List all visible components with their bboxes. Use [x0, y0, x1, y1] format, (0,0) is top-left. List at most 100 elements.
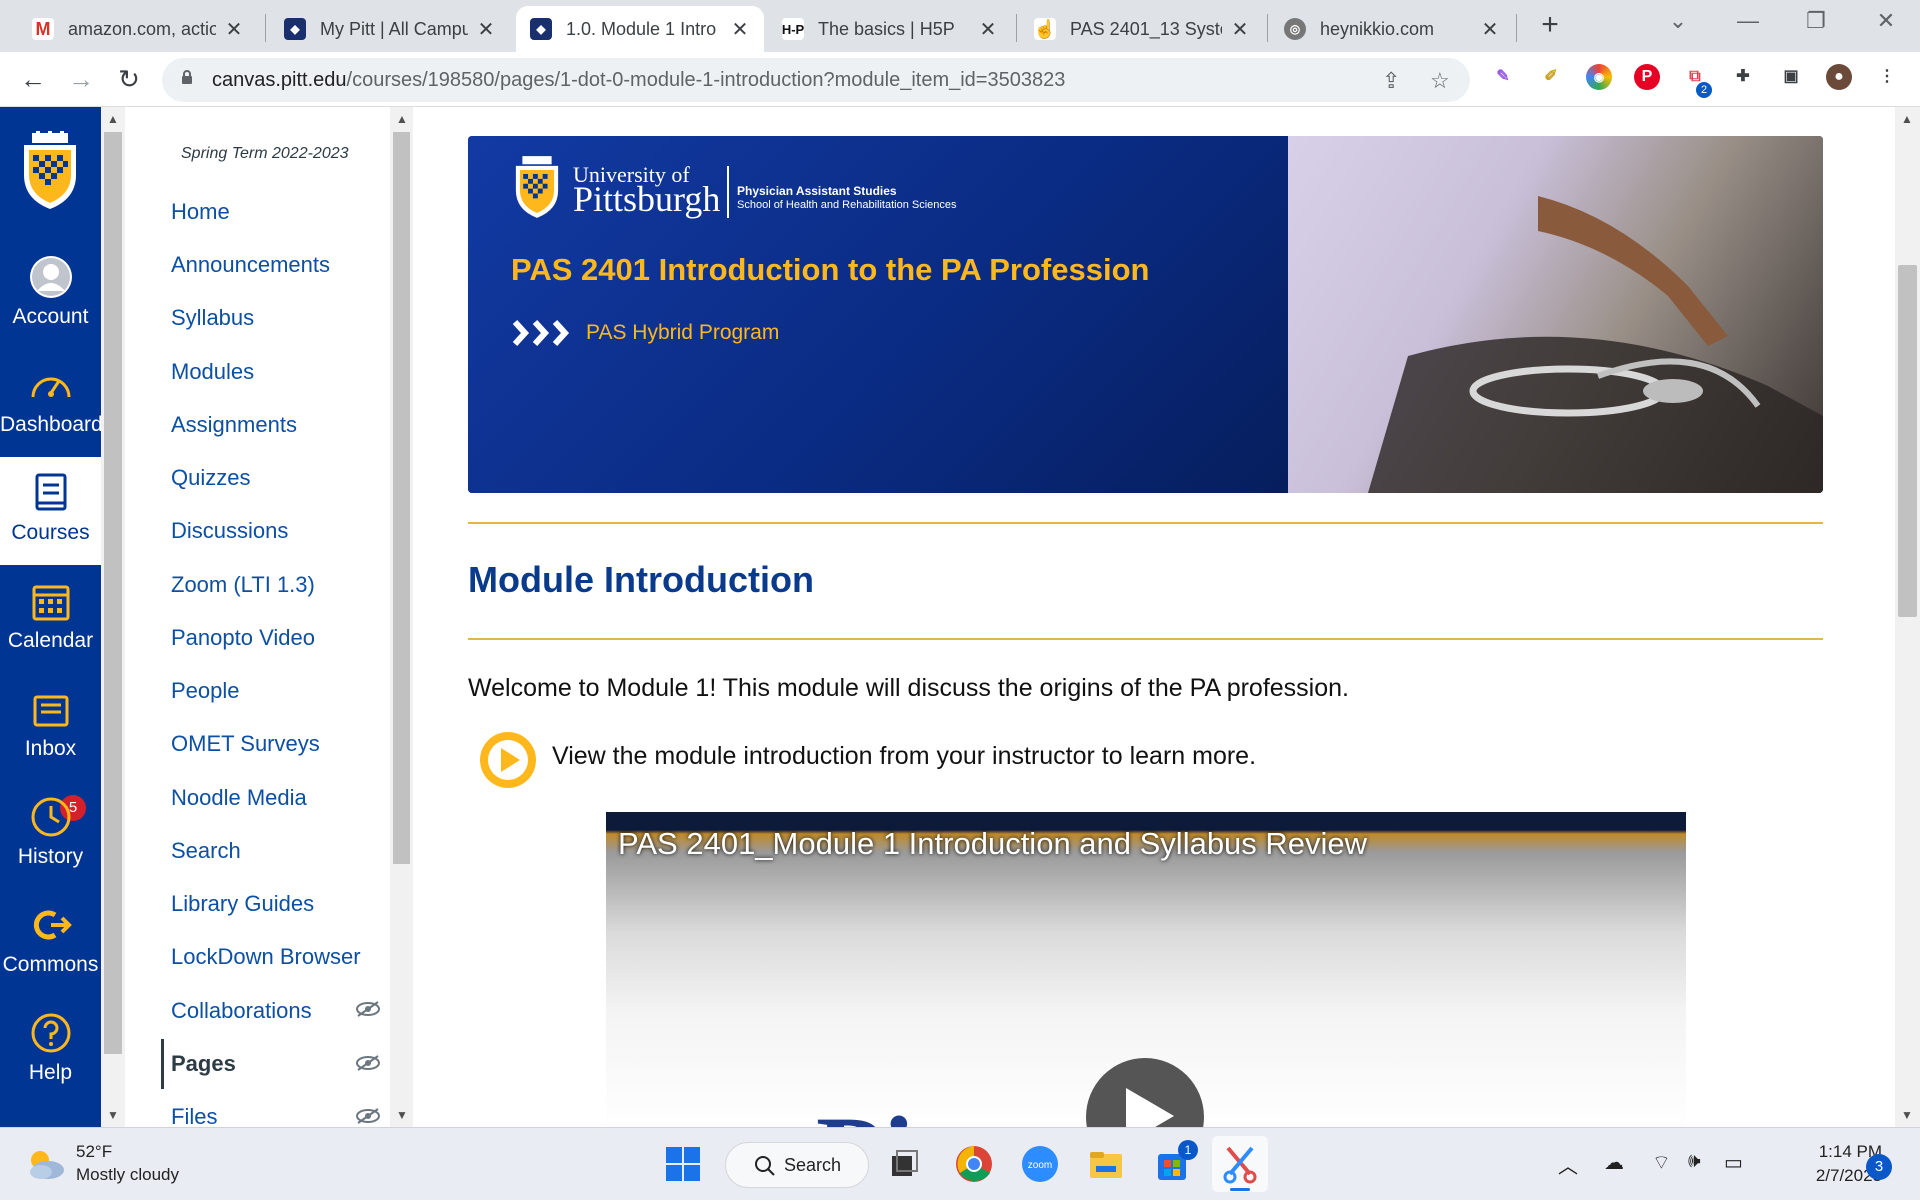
scroll-up-arrow[interactable]: ▲ [107, 112, 119, 126]
course-nav-search[interactable]: Search [171, 838, 241, 864]
pen-extension-icon[interactable]: ✎ [1490, 64, 1516, 90]
tab-module-intro[interactable]: ◆ 1.0. Module 1 Intro ✕ [516, 6, 764, 52]
battery-icon[interactable]: ▭ [1724, 1150, 1743, 1175]
hidden-eye-icon [356, 1001, 380, 1017]
account-icon [29, 256, 72, 298]
course-nav-assignments[interactable]: Assignments [171, 412, 297, 438]
course-nav-quizzes[interactable]: Quizzes [171, 465, 250, 491]
new-tab-button[interactable]: + [1534, 10, 1566, 42]
chrome-icon[interactable] [954, 1144, 994, 1184]
scroll-down-arrow[interactable]: ▼ [107, 1108, 119, 1122]
global-nav-account[interactable]: Account [0, 241, 101, 349]
tab-heynikkio[interactable]: ◎ heynikkio.com ✕ [1270, 6, 1514, 52]
close-tab-icon[interactable]: ✕ [978, 17, 998, 42]
file-explorer-icon[interactable] [1086, 1144, 1126, 1184]
inbox-icon [33, 695, 68, 727]
windows-start-icon[interactable] [663, 1144, 703, 1184]
scroll-up-arrow[interactable]: ▲ [396, 112, 408, 126]
global-nav-dashboard[interactable]: Dashboard [0, 349, 103, 457]
scroll-down-arrow[interactable]: ▼ [1901, 1108, 1913, 1122]
extension-badge: 2 [1696, 82, 1712, 98]
global-navigation: Account Dashboard Courses Calendar Inbox… [0, 107, 103, 1127]
course-nav-home[interactable]: Home [171, 199, 230, 225]
page-scrollbar[interactable] [1895, 107, 1920, 1127]
snipping-tool-tile[interactable] [1212, 1136, 1268, 1192]
video-title[interactable]: PAS 2401_Module 1 Introduction and Sylla… [618, 826, 1367, 862]
close-tab-icon[interactable]: ✕ [224, 17, 244, 42]
course-nav-pages[interactable]: Pages [161, 1039, 236, 1089]
course-nav-syllabus[interactable]: Syllabus [171, 305, 254, 331]
course-nav-lockdown-browser[interactable]: LockDown Browser [171, 944, 361, 970]
course-nav-modules[interactable]: Modules [171, 359, 254, 385]
play-circle-icon [480, 732, 536, 788]
global-nav-commons[interactable]: Commons [0, 889, 101, 997]
reload-button[interactable]: ↻ [112, 62, 146, 96]
term-label: Spring Term 2022-2023 [181, 145, 349, 162]
extensions-puzzle-icon[interactable]: ✚ [1730, 64, 1756, 90]
weather-description[interactable]: Mostly cloudy [76, 1165, 179, 1185]
close-window-button[interactable]: ✕ [1866, 8, 1906, 34]
global-nav-calendar[interactable]: Calendar [0, 565, 101, 673]
course-nav-people[interactable]: People [171, 678, 240, 704]
profile-avatar[interactable]: ● [1826, 64, 1852, 90]
global-nav-courses[interactable]: Courses [0, 457, 101, 565]
close-tab-icon[interactable]: ✕ [1230, 17, 1250, 42]
scroll-down-arrow[interactable]: ▼ [396, 1108, 408, 1122]
browser-menu-icon[interactable]: ⋮ [1874, 64, 1900, 90]
video-play-button[interactable] [1086, 1058, 1204, 1127]
course-nav-scroll-thumb[interactable] [393, 132, 410, 864]
weather-cloudy-icon[interactable] [26, 1146, 66, 1182]
global-nav-inbox[interactable]: Inbox 5 [0, 673, 101, 821]
course-nav-files[interactable]: Files [171, 1104, 217, 1127]
course-nav-zoom[interactable]: Zoom (LTI 1.3) [171, 572, 315, 598]
url-input[interactable]: canvas.pitt.edu/courses/198580/pages/1-d… [162, 58, 1470, 102]
stethoscope-laptop-image [1288, 136, 1823, 493]
zoom-icon[interactable]: zoom [1020, 1144, 1060, 1184]
page-scroll-thumb[interactable] [1898, 265, 1917, 617]
commons-icon [33, 910, 72, 940]
close-tab-icon[interactable]: ✕ [730, 17, 750, 42]
course-nav-discussions[interactable]: Discussions [171, 518, 288, 544]
history-icon [31, 797, 70, 837]
tab-my-pitt[interactable]: ◆ My Pitt | All Campu ✕ [270, 6, 510, 52]
video-player[interactable]: PAS 2401_Module 1 Introduction and Sylla… [606, 812, 1686, 1127]
global-nav-scroll-thumb[interactable] [104, 132, 122, 1054]
department-name: Physician Assistant Studies [737, 184, 897, 198]
taskbar-time[interactable]: 1:14 PM [1782, 1142, 1882, 1162]
volume-icon[interactable]: 🕪 [1688, 1150, 1701, 1173]
paint-extension-icon[interactable]: ✐ [1538, 64, 1564, 90]
global-nav-help[interactable]: Help [0, 997, 101, 1105]
course-nav-panopto[interactable]: Panopto Video [171, 625, 315, 651]
minimize-button[interactable]: — [1728, 8, 1768, 34]
pitt-logo[interactable] [18, 131, 82, 211]
help-icon [31, 1013, 70, 1053]
side-panel-icon[interactable]: ▣ [1778, 64, 1804, 90]
taskbar-search[interactable]: Search [725, 1142, 869, 1188]
task-view-icon[interactable] [884, 1144, 924, 1184]
wifi-icon[interactable]: ⌔ [1652, 1150, 1671, 1175]
close-tab-icon[interactable]: ✕ [476, 17, 496, 42]
close-tab-icon[interactable]: ✕ [1480, 17, 1500, 42]
weather-temperature[interactable]: 52°F [76, 1142, 112, 1162]
pinterest-extension-icon[interactable]: P [1634, 64, 1660, 90]
tab-pas-2401[interactable]: ☝ PAS 2401_13 Syster ✕ [1020, 6, 1264, 52]
bookmark-star-icon[interactable]: ☆ [1430, 68, 1450, 94]
forward-button[interactable]: → [64, 62, 98, 96]
notification-badge[interactable]: 3 [1866, 1154, 1892, 1180]
onedrive-icon[interactable]: ☁ [1604, 1150, 1624, 1175]
tab-search-icon[interactable]: ⌄ [1658, 8, 1698, 34]
share-icon[interactable]: ⇪ [1382, 68, 1400, 94]
course-nav-noodle-media[interactable]: Noodle Media [171, 785, 307, 811]
back-button[interactable]: ← [16, 62, 50, 96]
course-nav-collaborations[interactable]: Collaborations [171, 998, 312, 1024]
course-nav-announcements[interactable]: Announcements [171, 252, 330, 278]
restore-button[interactable]: ❐ [1796, 8, 1836, 34]
global-nav-history[interactable]: History [0, 781, 101, 889]
tab-gmail[interactable]: M amazon.com, actio ✕ [18, 6, 258, 52]
course-nav-library-guides[interactable]: Library Guides [171, 891, 314, 917]
scroll-up-arrow[interactable]: ▲ [1901, 112, 1913, 126]
color-picker-extension-icon[interactable]: ◉ [1586, 64, 1612, 90]
course-nav-omet-surveys[interactable]: OMET Surveys [171, 731, 320, 757]
tab-h5p[interactable]: H-P The basics | H5P ✕ [768, 6, 1012, 52]
show-hidden-icons[interactable]: ︿ [1558, 1150, 1578, 1179]
